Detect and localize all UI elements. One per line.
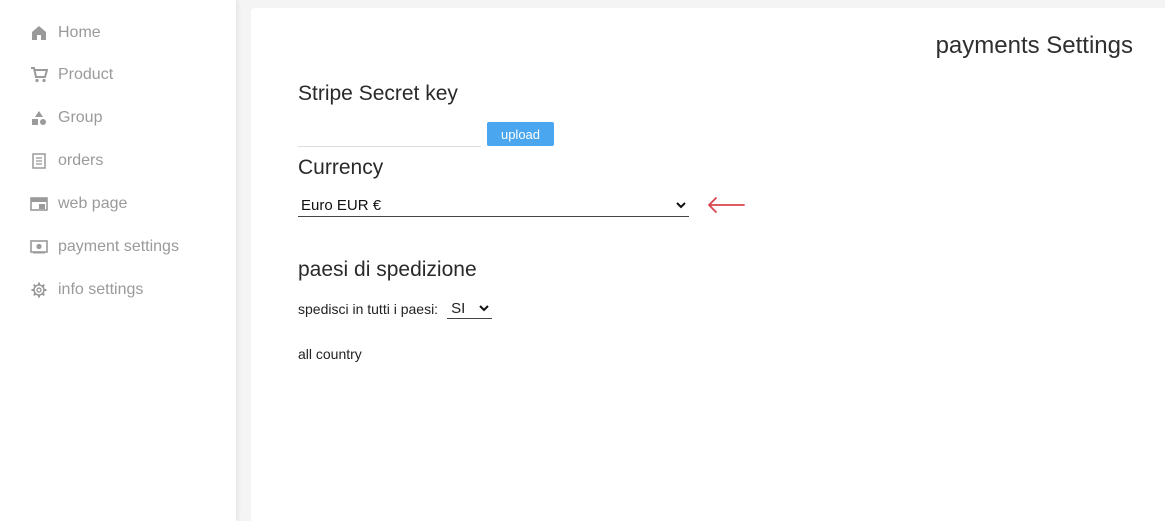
sidebar-item-home[interactable]: Home xyxy=(30,21,101,45)
ship-all-countries-value: SI xyxy=(451,299,466,317)
sidebar-item-group[interactable]: Group xyxy=(30,106,102,130)
ship-all-countries-row: spedisci in tutti i paesi: SI xyxy=(298,298,493,319)
sidebar-item-label: orders xyxy=(58,152,104,169)
page-title: payments Settings xyxy=(935,32,1133,59)
gear-icon xyxy=(30,281,48,299)
cart-icon xyxy=(30,66,48,84)
stripe-secret-key-input[interactable] xyxy=(298,126,481,147)
sidebar-item-payment-settings[interactable]: payment settings xyxy=(30,235,179,259)
ship-all-countries-label: spedisci in tutti i paesi: xyxy=(298,300,439,317)
main-panel: payments Settings Stripe Secret key uplo… xyxy=(251,8,1165,521)
sidebar-item-label: info settings xyxy=(58,281,144,298)
sidebar: Home Product Group orders web page payme… xyxy=(0,0,236,521)
currency-selected-value: Euro EUR € xyxy=(301,196,382,214)
list-icon xyxy=(30,152,48,170)
sidebar-item-label: Group xyxy=(58,109,103,126)
sidebar-item-label: payment settings xyxy=(58,238,179,255)
currency-heading: Currency xyxy=(298,156,384,179)
sidebar-item-label: Home xyxy=(58,24,101,41)
countries-text: all country xyxy=(298,346,362,362)
stripe-secret-key-heading: Stripe Secret key xyxy=(298,82,458,105)
chevron-down-icon xyxy=(676,201,686,208)
sidebar-item-label: Product xyxy=(58,66,114,83)
money-icon xyxy=(30,238,48,256)
upload-button[interactable]: upload xyxy=(487,122,554,146)
shapes-icon xyxy=(30,109,48,127)
webpage-icon xyxy=(30,195,48,213)
sidebar-item-web-page[interactable]: web page xyxy=(30,192,127,216)
home-icon xyxy=(30,24,48,42)
sidebar-item-label: web page xyxy=(58,195,128,212)
app-root: Home Product Group orders web page payme… xyxy=(0,0,1165,521)
arrow-left-annotation-icon xyxy=(708,197,745,213)
sidebar-item-product[interactable]: Product xyxy=(30,63,113,87)
chevron-down-icon xyxy=(479,304,489,311)
shipping-heading: paesi di spedizione xyxy=(298,258,477,281)
currency-select[interactable]: Euro EUR € xyxy=(298,194,689,217)
sidebar-item-orders[interactable]: orders xyxy=(30,149,103,173)
sidebar-item-info-settings[interactable]: info settings xyxy=(30,278,143,302)
ship-all-countries-select[interactable]: SI xyxy=(447,298,493,319)
